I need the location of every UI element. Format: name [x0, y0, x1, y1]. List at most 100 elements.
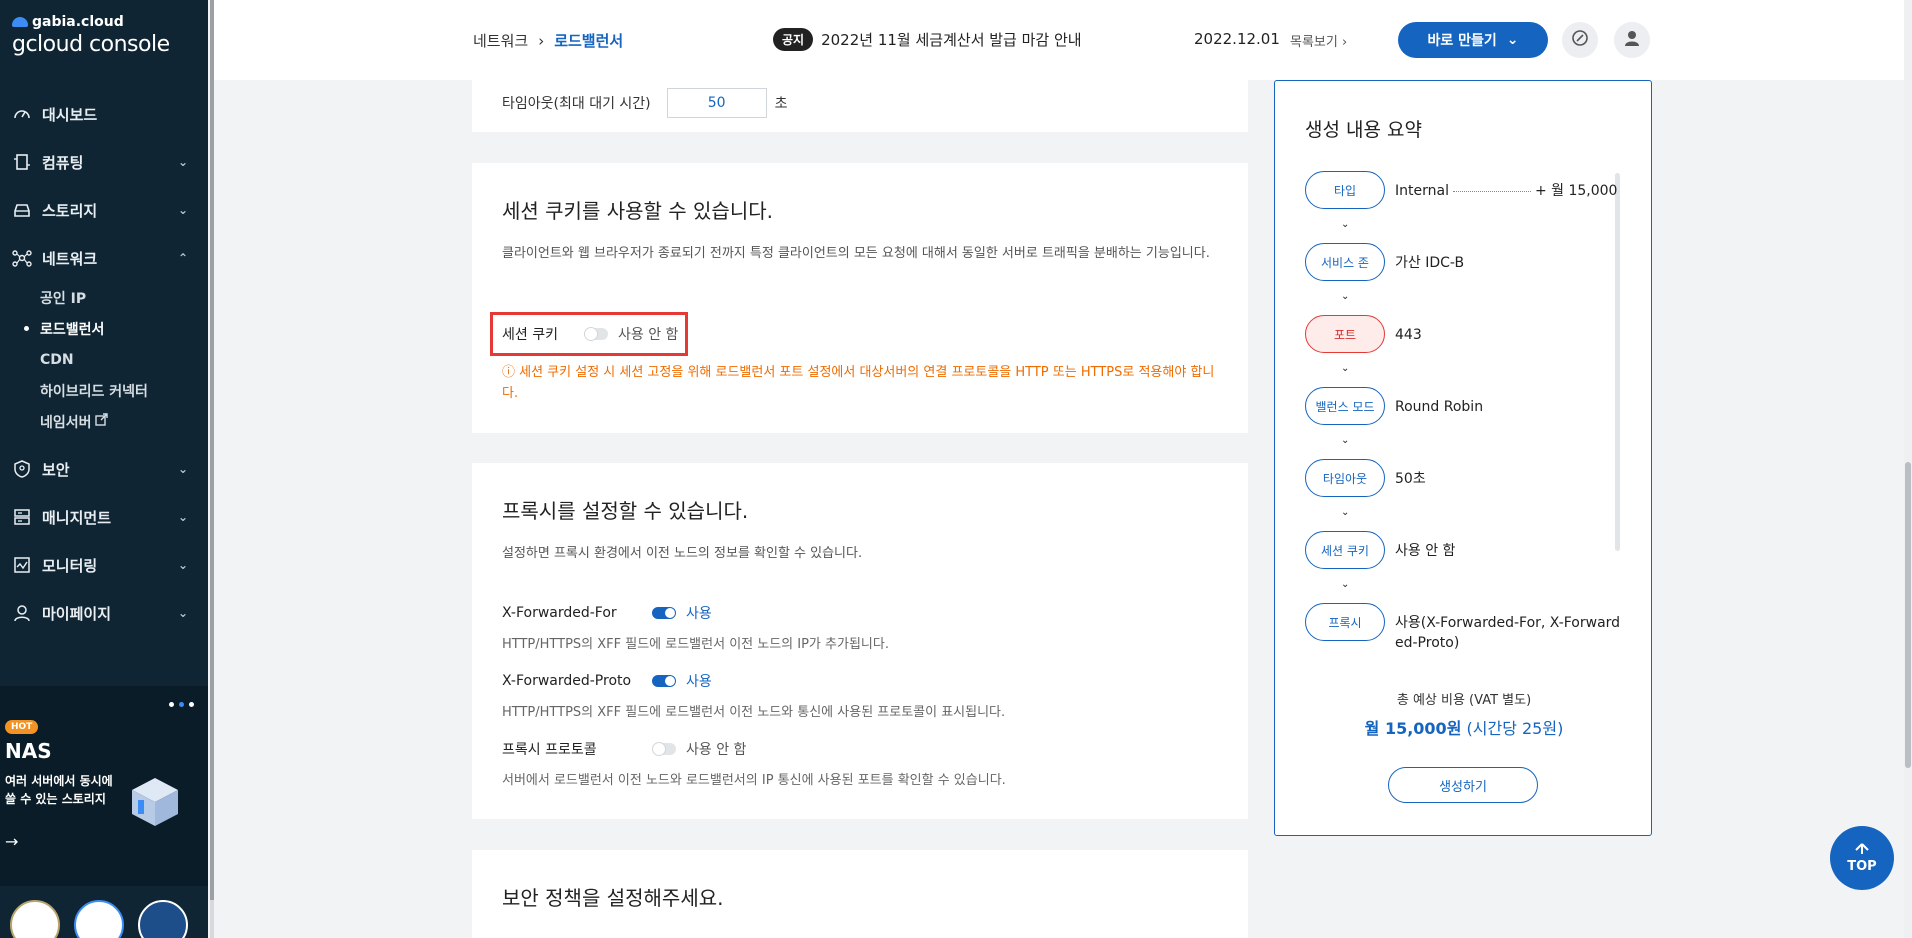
banner-desc: 여러 서버에서 동시에 쓸 수 있는 스토리지: [5, 774, 113, 806]
xff-state: 사용: [686, 606, 712, 622]
sidebar-item-label: 컴퓨팅: [42, 153, 84, 172]
proxy-card: 프록시를 설정할 수 있습니다. 설정하면 프록시 환경에서 이전 노드의 정보…: [472, 463, 1248, 819]
session-cookie-label: 세션 쿠키: [502, 327, 558, 343]
storage-cube-icon: [128, 774, 182, 828]
chevron-down-icon: ⌄: [1341, 435, 1350, 446]
sidebar-item-monitoring[interactable]: 모니터링 ⌄: [0, 541, 208, 589]
session-cookie-row: 세션 쿠키 사용 안 함: [502, 324, 678, 344]
summary-pill[interactable]: 밸런스 모드: [1305, 387, 1385, 425]
summary-item-proxy: 프록시 사용(X-Forwarded-For, X-Forwarded-Prot…: [1305, 603, 1621, 653]
summary-pill[interactable]: 타임아웃: [1305, 459, 1385, 497]
page-scrollbar[interactable]: [1904, 0, 1912, 938]
proxy-protocol-toggle[interactable]: [652, 742, 676, 756]
proxy-protocol-help: 서버에서 로드밸런서 이전 노드와 로드밸런서의 IP 통신에 사용된 포트를 …: [502, 773, 1006, 788]
sidebar-item-cdn[interactable]: CDN: [40, 344, 208, 375]
chevron-down-icon: ⌄: [1341, 291, 1350, 302]
summary-item-cookie: 세션 쿠키 사용 안 함: [1305, 531, 1621, 569]
sidebar-item-mypage[interactable]: 마이페이지 ⌄: [0, 589, 208, 637]
session-cookie-warning: ⓘ 세션 쿠키 설정 시 세션 고정을 위해 로드밸런서 포트 설정에서 대상서…: [502, 365, 1215, 401]
scroll-top-button[interactable]: TOP: [1830, 826, 1894, 890]
xff-toggle[interactable]: [652, 607, 676, 619]
sidebar-item-nameserver[interactable]: 네임서버: [40, 406, 208, 437]
sidebar-item-label: 모니터링: [42, 556, 98, 575]
banner-title: NAS: [5, 739, 52, 763]
create-button[interactable]: 생성하기: [1388, 767, 1538, 803]
sidebar-item-load-balancer[interactable]: 로드밸런서: [24, 313, 208, 344]
chevron-down-icon: ⌄: [1341, 363, 1350, 374]
nas-promo-banner[interactable]: HOT NAS 여러 서버에서 동시에 쓸 수 있는 스토리지 →: [0, 686, 208, 886]
notice-bar[interactable]: 공지 2022년 11월 세금계산서 발급 마감 안내: [773, 28, 1082, 51]
xff-row: X-Forwarded-For 사용: [502, 603, 712, 623]
summary-item-zone: 서비스 존 가산 IDC-B: [1305, 243, 1621, 281]
summary-pill[interactable]: 프록시: [1305, 603, 1385, 641]
sidebar-item-label: 스토리지: [42, 201, 98, 220]
summary-pill[interactable]: 타입: [1305, 171, 1385, 209]
user-icon: [1623, 29, 1641, 51]
xff-label: X-Forwarded-For: [502, 605, 617, 621]
brand-top-text: gabia.cloud: [32, 14, 124, 30]
chevron-up-icon: ⌃: [177, 251, 188, 265]
cert-badge-icon: [10, 900, 60, 938]
management-icon: [12, 507, 32, 527]
breadcrumb: 네트워크 › 로드밸런서: [473, 30, 623, 51]
sidebar-item-public-ip[interactable]: 공인 IP: [40, 282, 208, 313]
summary-value: 사용(X-Forwarded-For, X-Forwarded-Proto): [1395, 615, 1621, 651]
user-icon: [12, 603, 32, 623]
sidebar-item-storage[interactable]: 스토리지 ⌄: [0, 186, 208, 234]
top-label: TOP: [1847, 858, 1877, 874]
summary-value: 사용 안 함: [1395, 543, 1456, 559]
session-cookie-state: 사용 안 함: [617, 327, 679, 343]
sidebar-item-security[interactable]: 보안 ⌄: [0, 445, 208, 493]
chevron-down-icon: ⌄: [177, 558, 188, 572]
total-cost-value: 월 15,000원 (시간당 25원): [1275, 715, 1653, 739]
chevron-down-icon: ⌄: [177, 203, 188, 217]
chevron-down-icon: ⌄: [177, 462, 188, 476]
xfp-row: X-Forwarded-Proto 사용: [502, 671, 712, 691]
csap-badge-icon: [138, 900, 188, 938]
sidebar-item-management[interactable]: 매니지먼트 ⌄: [0, 493, 208, 541]
total-cost-label: 총 예상 비용 (VAT 별도): [1396, 693, 1532, 708]
breadcrumb-parent[interactable]: 네트워크: [473, 30, 528, 51]
sidebar-item-hybrid-connector[interactable]: 하이브리드 커넥터: [40, 375, 208, 406]
quick-create-button[interactable]: 바로 만들기 ⌄: [1398, 22, 1548, 58]
summary-pill[interactable]: 포트: [1305, 315, 1385, 353]
sidebar-item-label: 보안: [42, 460, 70, 479]
chevron-down-icon: ⌄: [177, 606, 188, 620]
arrow-right-icon[interactable]: →: [5, 832, 18, 851]
summary-title: 생성 내용 요약: [1305, 119, 1422, 141]
notice-date: 2022.12.01: [1194, 30, 1280, 48]
chat-button[interactable]: [1562, 22, 1598, 58]
notice-list-link[interactable]: 목록보기 ›: [1290, 31, 1347, 50]
timeout-input[interactable]: 50: [666, 88, 767, 118]
network-icon: [12, 248, 32, 268]
xfp-help: HTTP/HTTPS의 XFF 필드에 로드밸런서 이전 노드와 통신에 사용된…: [502, 705, 1006, 720]
notice-text[interactable]: 2022년 11월 세금계산서 발급 마감 안내: [821, 29, 1082, 50]
profile-button[interactable]: [1614, 22, 1650, 58]
sidebar-item-network[interactable]: 네트워크 ⌃: [0, 234, 208, 282]
summary-value: 50초: [1395, 471, 1426, 487]
xfp-toggle[interactable]: [652, 675, 676, 687]
brand-logo[interactable]: gabia.cloud gcloud console: [12, 14, 170, 57]
sidebar-scrollbar[interactable]: [210, 0, 214, 938]
chevron-down-icon: ⌄: [1341, 507, 1350, 518]
chevron-right-icon: ›: [1341, 35, 1348, 50]
total-hour: (시간당 25원): [1466, 719, 1564, 738]
summary-value: Round Robin: [1395, 399, 1484, 415]
sidebar: gabia.cloud gcloud console 대시보드 컴퓨팅 ⌄ 스토…: [0, 0, 208, 938]
brand-main-text: gcloud console: [12, 32, 170, 57]
proxy-desc: 설정하면 프록시 환경에서 이전 노드의 정보를 확인할 수 있습니다.: [502, 546, 863, 561]
sidebar-item-computing[interactable]: 컴퓨팅 ⌄: [0, 138, 208, 186]
banner-pager[interactable]: [169, 702, 194, 707]
proxy-protocol-row: 프록시 프로토콜 사용 안 함: [502, 739, 746, 759]
summary-item-balance: 밸런스 모드 Round Robin: [1305, 387, 1621, 425]
security-policy-card: 보안 정책을 설정해주세요.: [472, 850, 1248, 938]
session-cookie-toggle[interactable]: [583, 327, 608, 341]
sidebar-item-dashboard[interactable]: 대시보드: [0, 90, 208, 138]
summary-panel: 생성 내용 요약 타입 Internal + 월 15,000 원 ⌄ 서비스 존…: [1274, 80, 1652, 836]
breadcrumb-current: 로드밸런서: [554, 32, 624, 50]
summary-item-port: 포트 443: [1305, 315, 1621, 353]
summary-pill[interactable]: 서비스 존: [1305, 243, 1385, 281]
summary-pill[interactable]: 세션 쿠키: [1305, 531, 1385, 569]
network-submenu: 공인 IP 로드밸런서 CDN 하이브리드 커넥터 네임서버: [0, 282, 208, 437]
storage-icon: [12, 200, 32, 220]
